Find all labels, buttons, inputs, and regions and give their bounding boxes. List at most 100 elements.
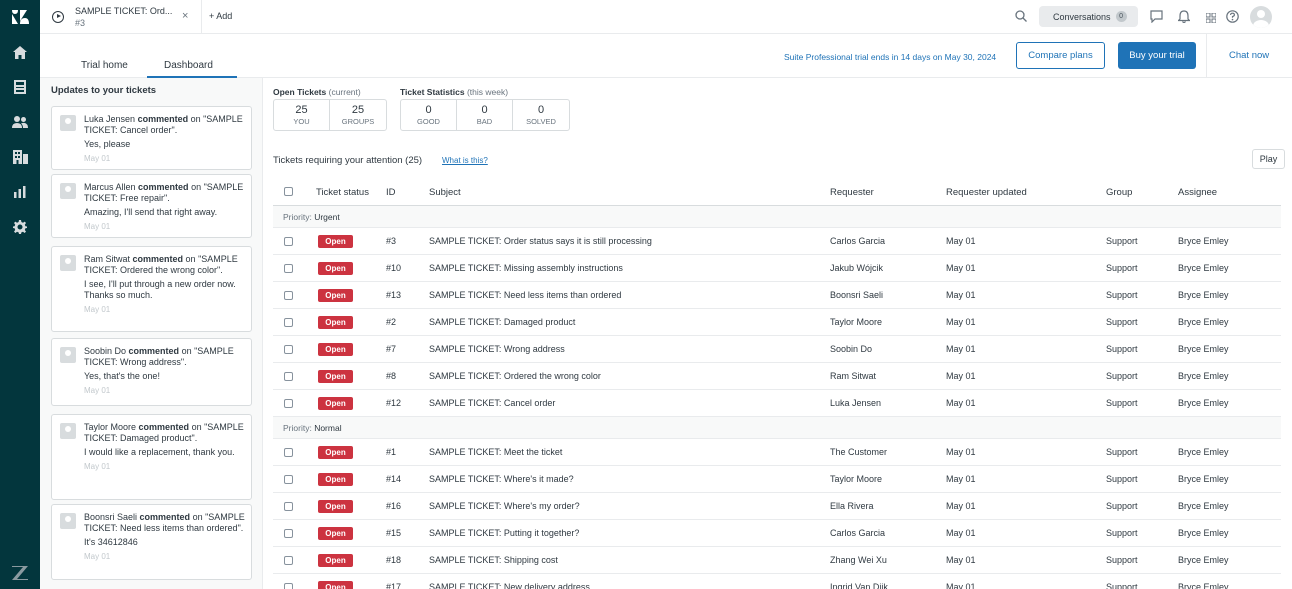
play-button[interactable]: Play bbox=[1252, 149, 1285, 169]
conversations-button[interactable]: Conversations 0 bbox=[1039, 6, 1138, 27]
comment-verb: commented bbox=[139, 512, 191, 522]
customers-icon[interactable] bbox=[0, 110, 40, 134]
update-card[interactable]: Taylor Moore commented on "SAMPLE TICKET… bbox=[51, 414, 252, 500]
table-row[interactable]: Open #3 SAMPLE TICKET: Order status says i… bbox=[273, 228, 1281, 255]
ticket-group: Support bbox=[1106, 555, 1138, 565]
help-icon[interactable] bbox=[1226, 10, 1239, 26]
column-header-subject[interactable]: Subject bbox=[429, 187, 461, 198]
buy-trial-button[interactable]: Buy your trial bbox=[1118, 42, 1196, 69]
update-card[interactable]: Boonsri Saeli commented on "SAMPLE TICKE… bbox=[51, 504, 252, 580]
ticket-subject[interactable]: SAMPLE TICKET: Where's my order? bbox=[429, 501, 580, 511]
table-row[interactable]: Open #18 SAMPLE TICKET: Shipping cost Zhang… bbox=[273, 547, 1281, 574]
ticket-subject[interactable]: SAMPLE TICKET: Damaged product bbox=[429, 317, 575, 327]
ticket-subject[interactable]: SAMPLE TICKET: Missing assembly instruct… bbox=[429, 263, 623, 273]
table-row[interactable]: Open #12 SAMPLE TICKET: Cancel order Luka J… bbox=[273, 390, 1281, 417]
table-row[interactable]: Open #7 SAMPLE TICKET: Wrong address Soobin… bbox=[273, 336, 1281, 363]
open-groups-cell[interactable]: 25 GROUPS bbox=[330, 100, 386, 130]
column-header-requester[interactable]: Requester bbox=[830, 187, 874, 198]
ticket-subject[interactable]: SAMPLE TICKET: Meet the ticket bbox=[429, 447, 562, 457]
column-header-requester-updated[interactable]: Requester updated bbox=[946, 187, 1027, 198]
tab-trial-home[interactable]: Trial home bbox=[81, 60, 128, 71]
table-row[interactable]: Open #1 SAMPLE TICKET: Meet the ticket The … bbox=[273, 439, 1281, 466]
admin-gear-icon[interactable] bbox=[0, 215, 40, 239]
ticket-subject[interactable]: SAMPLE TICKET: Need less items than orde… bbox=[429, 290, 621, 300]
chat-bubble-icon[interactable] bbox=[1150, 10, 1163, 26]
table-row[interactable]: Open #17 SAMPLE TICKET: New delivery addre… bbox=[273, 574, 1281, 589]
table-row[interactable]: Open #16 SAMPLE TICKET: Where's my order? E… bbox=[273, 493, 1281, 520]
chat-now-link[interactable]: Chat now bbox=[1229, 50, 1269, 61]
column-header-group[interactable]: Group bbox=[1106, 187, 1132, 198]
ticket-statistics-label: Ticket Statistics (this week) bbox=[400, 87, 508, 97]
column-header-assignee[interactable]: Assignee bbox=[1178, 187, 1217, 198]
ticket-assignee: Bryce Emley bbox=[1178, 501, 1229, 511]
ticket-subject[interactable]: SAMPLE TICKET: Shipping cost bbox=[429, 555, 558, 565]
column-header-status[interactable]: Ticket status bbox=[316, 187, 369, 198]
update-card[interactable]: Ram Sitwat commented on "SAMPLE TICKET: … bbox=[51, 246, 252, 332]
ticket-subject[interactable]: SAMPLE TICKET: Putting it together? bbox=[429, 528, 579, 538]
ticket-group: Support bbox=[1106, 236, 1138, 246]
views-icon[interactable] bbox=[0, 75, 40, 99]
update-card[interactable]: Marcus Allen commented on "SAMPLE TICKET… bbox=[51, 174, 252, 238]
update-card[interactable]: Soobin Do commented on "SAMPLE TICKET: W… bbox=[51, 338, 252, 406]
ticket-subject[interactable]: SAMPLE TICKET: Ordered the wrong color bbox=[429, 371, 601, 381]
table-row[interactable]: Open #10 SAMPLE TICKET: Missing assembly i… bbox=[273, 255, 1281, 282]
ticket-subject[interactable]: SAMPLE TICKET: Where's it made? bbox=[429, 474, 574, 484]
row-checkbox[interactable] bbox=[284, 529, 293, 538]
tab-dashboard[interactable]: Dashboard bbox=[164, 60, 213, 71]
notifications-bell-icon[interactable] bbox=[1177, 10, 1191, 26]
ticket-subject[interactable]: SAMPLE TICKET: New delivery address bbox=[429, 582, 590, 589]
user-avatar-icon bbox=[60, 115, 76, 131]
stat-number: 0 bbox=[537, 104, 545, 116]
add-tab-button[interactable]: + Add bbox=[209, 11, 232, 21]
row-checkbox[interactable] bbox=[284, 556, 293, 565]
table-row[interactable]: Open #13 SAMPLE TICKET: Need less items th… bbox=[273, 282, 1281, 309]
row-checkbox[interactable] bbox=[284, 583, 293, 589]
row-checkbox[interactable] bbox=[284, 237, 293, 246]
table-row[interactable]: Open #15 SAMPLE TICKET: Putting it togethe… bbox=[273, 520, 1281, 547]
table-row[interactable]: Open #2 SAMPLE TICKET: Damaged product Tayl… bbox=[273, 309, 1281, 336]
row-checkbox[interactable] bbox=[284, 475, 293, 484]
ticket-subject[interactable]: SAMPLE TICKET: Order status says it is s… bbox=[429, 236, 652, 246]
priority-value: Urgent bbox=[314, 212, 340, 222]
ticket-tab[interactable]: SAMPLE TICKET: Ord... #3 × bbox=[40, 0, 202, 34]
reporting-icon[interactable] bbox=[0, 180, 40, 204]
top-bar: SAMPLE TICKET: Ord... #3 × + Add Convers… bbox=[40, 0, 1292, 34]
open-you-cell[interactable]: 25 YOU bbox=[274, 100, 330, 130]
organizations-icon[interactable] bbox=[0, 145, 40, 169]
comment-message: Yes, that's the one! bbox=[84, 371, 160, 381]
stat-solved-cell[interactable]: 0 SOLVED bbox=[513, 100, 569, 130]
user-avatar[interactable] bbox=[1250, 6, 1272, 28]
zendesk-logo-icon[interactable] bbox=[0, 5, 40, 29]
close-tab-icon[interactable]: × bbox=[182, 10, 188, 22]
search-icon[interactable] bbox=[1015, 10, 1027, 25]
ticket-requester: Ella Rivera bbox=[830, 501, 874, 511]
ticket-subject[interactable]: SAMPLE TICKET: Cancel order bbox=[429, 398, 555, 408]
home-icon[interactable] bbox=[0, 40, 40, 64]
column-header-id[interactable]: ID bbox=[386, 187, 396, 198]
row-checkbox[interactable] bbox=[284, 399, 293, 408]
zendesk-z-icon[interactable] bbox=[0, 561, 40, 585]
row-checkbox[interactable] bbox=[284, 264, 293, 273]
user-avatar-icon bbox=[60, 513, 76, 529]
select-all-checkbox[interactable] bbox=[284, 187, 293, 196]
table-row[interactable]: Open #14 SAMPLE TICKET: Where's it made? Ta… bbox=[273, 466, 1281, 493]
ticket-requester-updated: May 01 bbox=[946, 501, 976, 511]
row-checkbox[interactable] bbox=[284, 372, 293, 381]
update-card[interactable]: Luka Jensen commented on "SAMPLE TICKET:… bbox=[51, 106, 252, 170]
what-is-this-link[interactable]: What is this? bbox=[442, 156, 488, 165]
ticket-group: Support bbox=[1106, 582, 1138, 589]
row-checkbox[interactable] bbox=[284, 448, 293, 457]
comment-message: Yes, please bbox=[84, 139, 131, 149]
row-checkbox[interactable] bbox=[284, 345, 293, 354]
stat-bad-cell[interactable]: 0 BAD bbox=[457, 100, 513, 130]
commenter-name: Luka Jensen bbox=[84, 114, 136, 124]
row-checkbox[interactable] bbox=[284, 291, 293, 300]
row-checkbox[interactable] bbox=[284, 318, 293, 327]
ticket-requester: Ram Sitwat bbox=[830, 371, 877, 381]
products-grid-icon[interactable] bbox=[1205, 12, 1217, 26]
stat-good-cell[interactable]: 0 GOOD bbox=[401, 100, 457, 130]
table-row[interactable]: Open #8 SAMPLE TICKET: Ordered the wrong c… bbox=[273, 363, 1281, 390]
ticket-subject[interactable]: SAMPLE TICKET: Wrong address bbox=[429, 344, 565, 354]
compare-plans-button[interactable]: Compare plans bbox=[1016, 42, 1105, 69]
row-checkbox[interactable] bbox=[284, 502, 293, 511]
